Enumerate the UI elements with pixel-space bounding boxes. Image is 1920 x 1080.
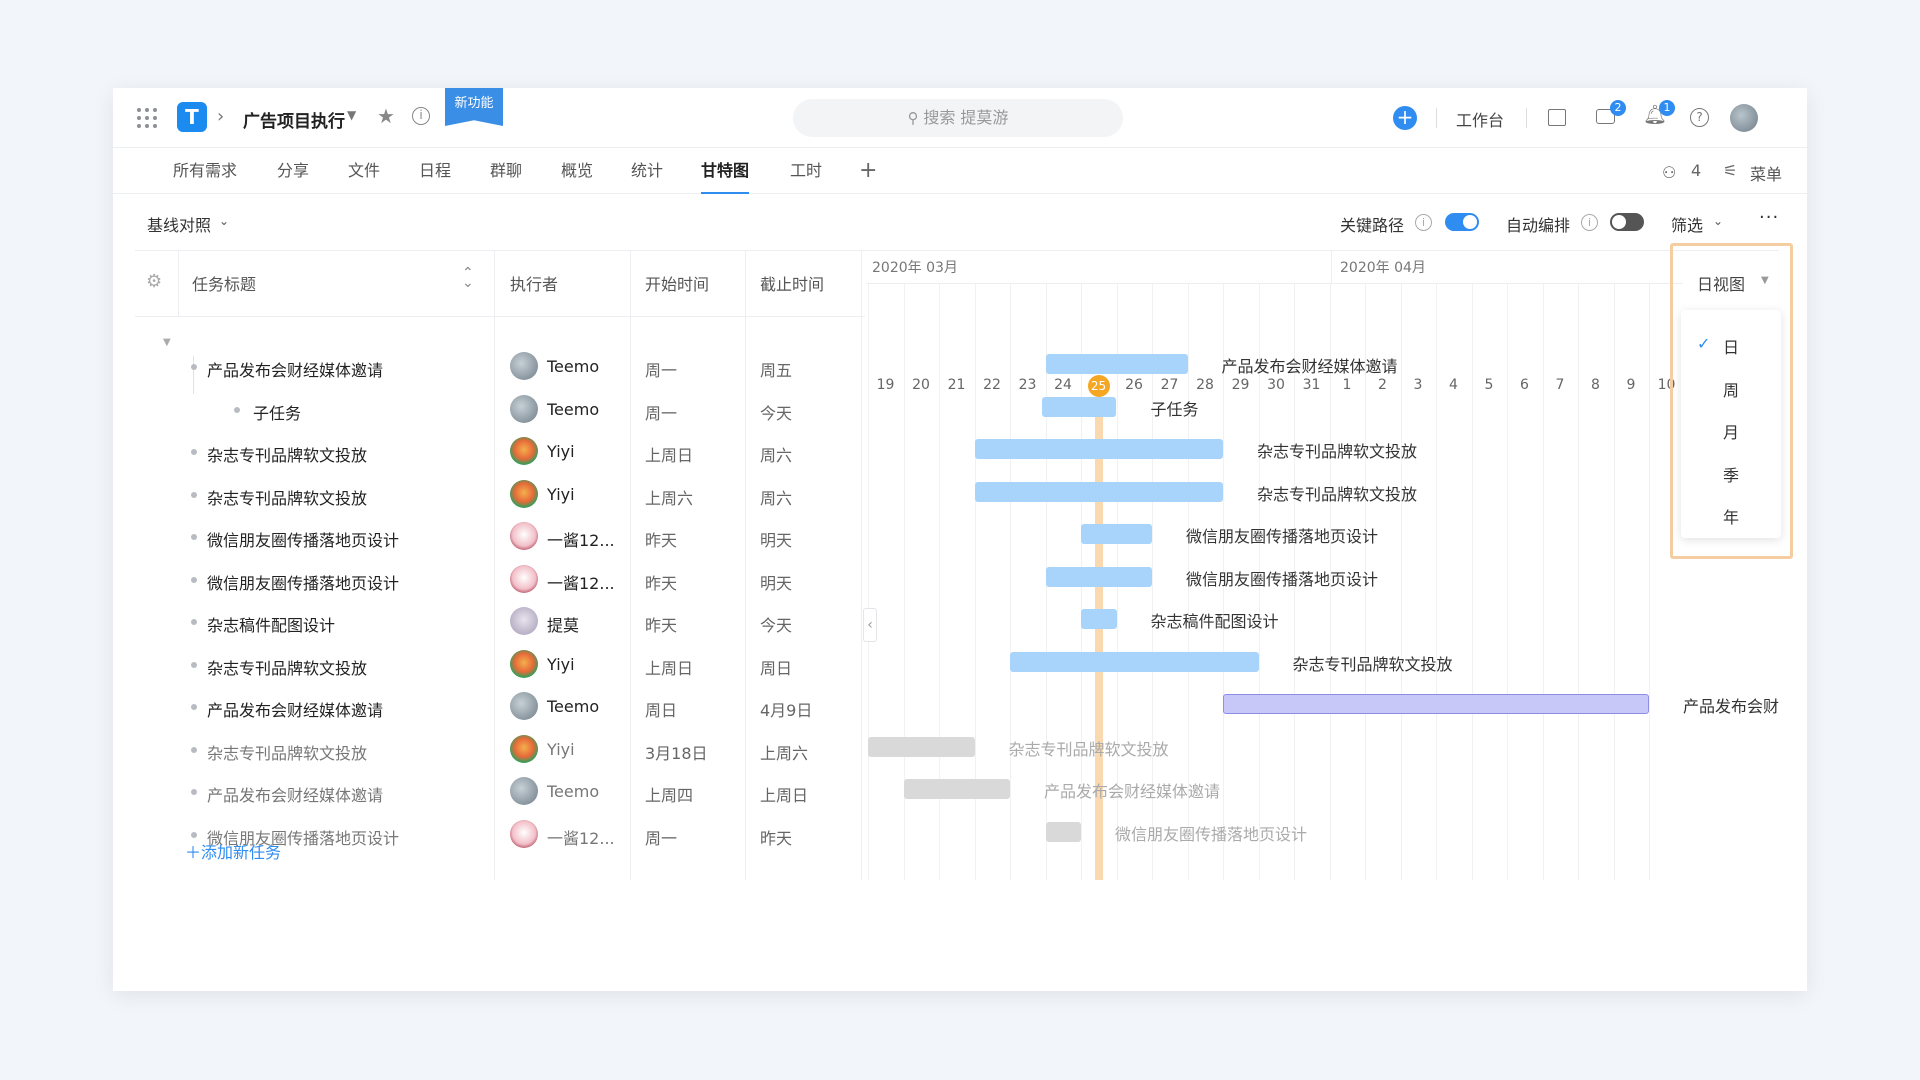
gantt-bar-label: 产品发布会财经媒体邀请 xyxy=(1044,782,1221,801)
gantt-bar[interactable] xyxy=(1223,694,1649,714)
gantt-bar-label: 杂志稿件配图设计 xyxy=(1150,612,1279,631)
view-dropdown-menu: ✓ 日 周 月 季 年 xyxy=(1681,310,1781,538)
month-label: 2020年 03月 xyxy=(872,260,958,276)
gantt-bar[interactable] xyxy=(1045,566,1152,587)
day-gridline xyxy=(1649,283,1650,880)
view-option-quarter[interactable]: 季 xyxy=(1681,462,1781,486)
day-label: 27 xyxy=(1160,377,1179,393)
day-label: 5 xyxy=(1484,377,1494,393)
gantt-bar[interactable] xyxy=(1081,524,1152,544)
gantt-bar-label: 杂志专刊品牌软文投放 xyxy=(1008,739,1169,759)
gantt-bar[interactable] xyxy=(868,736,975,757)
day-label: 1 xyxy=(1342,377,1352,393)
gantt-bar-label: 杂志专刊品牌软文投放 xyxy=(1257,484,1418,504)
day-label: 29 xyxy=(1231,377,1250,393)
gantt-bar[interactable] xyxy=(974,481,1223,502)
day-label: 4 xyxy=(1449,377,1458,393)
day-gridline xyxy=(1400,283,1402,880)
day-label: 6 xyxy=(1520,377,1529,393)
gantt-bar-label: 微信朋友圈传播落地页设计 xyxy=(1186,569,1379,589)
day-gridline xyxy=(1613,283,1615,880)
app-window: T › 广告项目执行 ▼ ★ i 新功能 ⚲ 搜索 提莫游 + 工作台 2 🔔︎… xyxy=(113,88,1807,991)
day-label: 7 xyxy=(1555,377,1565,393)
gantt-bar-label: 杂志专刊品牌软文投放 xyxy=(1292,654,1453,674)
gantt-chart: 2020年 03月 2020年 04月 19 20 21 22 23 24 25 26 27 28… xyxy=(113,88,1807,991)
gantt-bar-label: 产品发布会财 xyxy=(1683,697,1780,716)
day-label: 22 xyxy=(983,377,1001,393)
gantt-bar[interactable] xyxy=(1041,396,1117,417)
gantt-bar-label: 子任务 xyxy=(1150,399,1199,419)
day-label: 25 xyxy=(1087,375,1110,397)
day-label: 28 xyxy=(1196,377,1214,393)
gantt-bar[interactable] xyxy=(1081,609,1117,629)
day-label: 8 xyxy=(1591,377,1600,393)
collapse-panel-handle[interactable]: ‹ xyxy=(863,608,877,642)
gantt-bar[interactable] xyxy=(1045,821,1081,842)
day-gridline xyxy=(1578,283,1579,880)
gantt-bar[interactable] xyxy=(903,779,1010,799)
view-option-year[interactable]: 年 xyxy=(1681,504,1781,528)
day-label: 31 xyxy=(1302,377,1321,393)
month-label: 2020年 04月 xyxy=(1340,260,1426,276)
view-option-day[interactable]: 日 xyxy=(1681,334,1781,358)
gantt-bar-label: 微信朋友圈传播落地页设计 xyxy=(1115,824,1308,844)
gantt-bar-label: 微信朋友圈传播落地页设计 xyxy=(1186,527,1379,546)
day-gridline xyxy=(1436,283,1437,880)
view-option-month[interactable]: 月 xyxy=(1681,419,1781,443)
gantt-bar[interactable] xyxy=(1010,651,1259,672)
day-label: 20 xyxy=(912,377,930,393)
gantt-bar-label: 杂志专刊品牌软文投放 xyxy=(1257,442,1418,461)
day-label: 30 xyxy=(1267,377,1285,393)
month-divider xyxy=(1331,250,1332,283)
day-label: 2 xyxy=(1378,377,1387,393)
view-switcher[interactable]: 日视图 ▼ xyxy=(1683,256,1780,304)
view-switcher-label: 日视图 xyxy=(1697,275,1746,294)
day-label: 24 xyxy=(1054,377,1072,393)
day-gridline xyxy=(1471,283,1473,880)
day-gridline xyxy=(868,283,869,880)
day-label: 26 xyxy=(1125,377,1143,393)
gantt-bar-label: 产品发布会财经媒体邀请 xyxy=(1221,357,1398,376)
today-line xyxy=(1095,398,1103,880)
day-label: 9 xyxy=(1626,377,1636,393)
gantt-bar[interactable] xyxy=(1045,354,1188,374)
gantt-bar[interactable] xyxy=(974,439,1223,459)
day-gridline xyxy=(1010,283,1011,880)
day-gridline xyxy=(1542,283,1544,880)
divider xyxy=(866,283,1781,284)
day-label: 3 xyxy=(1413,377,1423,393)
day-label: 23 xyxy=(1018,377,1037,393)
view-option-week[interactable]: 周 xyxy=(1681,377,1781,401)
day-gridline xyxy=(1507,283,1508,880)
day-label: 19 xyxy=(876,377,895,393)
day-label: 21 xyxy=(947,377,966,393)
caret-down-icon: ▼ xyxy=(1761,275,1769,286)
